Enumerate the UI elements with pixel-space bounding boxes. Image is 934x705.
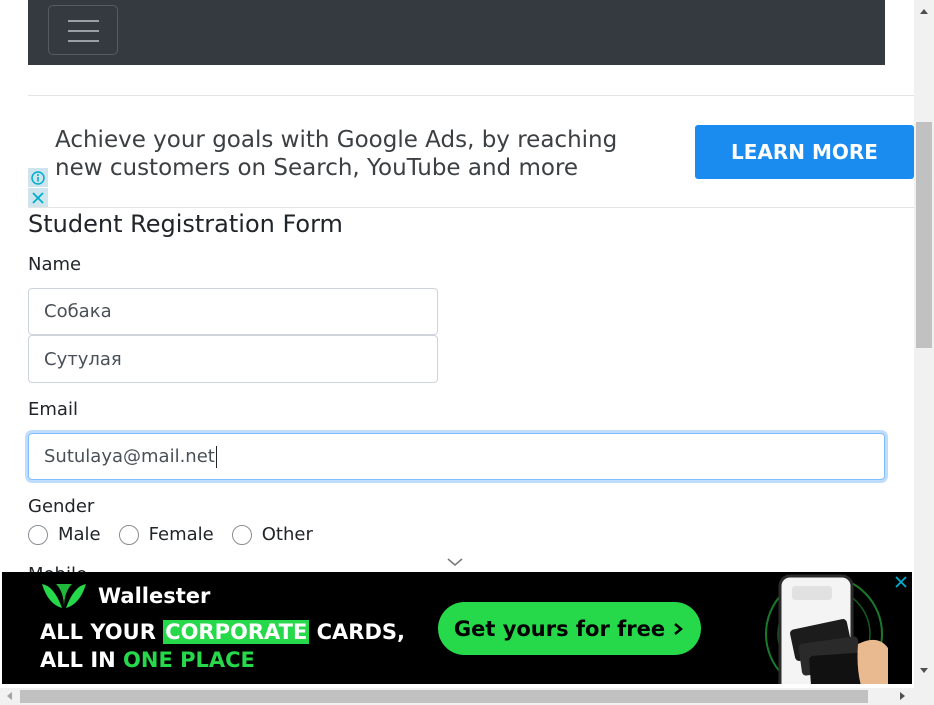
scroll-down-arrow-icon[interactable] — [918, 666, 930, 676]
gender-option-label: Male — [58, 524, 101, 545]
hamburger-line — [68, 20, 99, 22]
close-icon[interactable] — [892, 573, 910, 591]
line1-suffix: CARDS, — [309, 620, 405, 644]
ad-text: Achieve your goals with Google Ads, by r… — [55, 126, 675, 182]
mobile-label: Mobile — [28, 564, 87, 572]
line2-highlight: ONE PLACE — [123, 648, 255, 672]
gender-male[interactable]: Male — [28, 524, 101, 545]
gender-option-label: Other — [261, 524, 313, 545]
gender-option-label: Female — [148, 524, 214, 545]
text-caret — [215, 445, 217, 468]
radio-button[interactable] — [28, 524, 48, 545]
wallester-line2: ALL IN ONE PLACE — [40, 648, 255, 672]
wallester-leaf-icon — [42, 584, 86, 608]
wallester-brand: Wallester — [98, 584, 211, 608]
gender-other[interactable]: Other — [231, 524, 313, 545]
first-name-value: Собака — [44, 301, 112, 322]
hamburger-line — [68, 40, 99, 42]
first-name-input[interactable]: Собака — [28, 288, 438, 335]
email-value: Sutulaya@mail.net — [44, 446, 215, 467]
wallester-logo: Wallester — [40, 582, 210, 610]
chevron-right-icon — [674, 622, 684, 635]
get-yours-label: Get yours for free — [453, 616, 666, 641]
get-yours-button[interactable]: Get yours for free — [438, 602, 701, 655]
scroll-up-arrow-icon[interactable] — [918, 6, 930, 16]
info-icon[interactable] — [28, 168, 48, 187]
name-label: Name — [28, 254, 82, 275]
line1-prefix: ALL YOUR — [40, 620, 164, 644]
gender-radio-group: Male Female Other — [28, 524, 331, 545]
email-input[interactable]: Sutulaya@mail.net — [28, 433, 885, 480]
wallester-ad-banner[interactable]: Wallester ALL YOUR CORPORATE CARDS, ALL … — [2, 572, 912, 684]
gender-label: Gender — [28, 496, 95, 517]
ad-text-line: new customers on Search, YouTube and mor… — [55, 155, 579, 181]
close-icon[interactable] — [28, 188, 48, 207]
hamburger-line — [68, 30, 99, 32]
chevron-down-icon[interactable] — [446, 556, 464, 568]
last-name-value: Сутулая — [44, 348, 122, 370]
radio-button[interactable] — [118, 524, 139, 545]
last-name-input[interactable]: Сутулая — [28, 335, 438, 383]
google-ad-banner[interactable]: Achieve your goals with Google Ads, by r… — [28, 95, 914, 208]
scroll-right-arrow-icon[interactable] — [898, 690, 908, 702]
scroll-left-arrow-icon[interactable] — [4, 690, 14, 702]
wallester-line1: ALL YOUR CORPORATE CARDS, — [40, 620, 405, 644]
horizontal-scrollbar-thumb[interactable] — [20, 690, 868, 703]
vertical-scrollbar-thumb[interactable] — [916, 122, 932, 348]
email-label: Email — [28, 399, 78, 420]
line2-prefix: ALL IN — [40, 648, 124, 672]
radio-button[interactable] — [231, 524, 252, 545]
ad-text-line: Achieve your goals with Google Ads, by r… — [55, 127, 618, 153]
line1-highlight: CORPORATE — [163, 620, 310, 644]
form-title: Student Registration Form — [28, 210, 343, 238]
top-navbar — [28, 0, 885, 65]
hamburger-icon[interactable] — [48, 5, 118, 55]
gender-female[interactable]: Female — [118, 524, 214, 545]
learn-more-button[interactable]: LEARN MORE — [695, 125, 914, 179]
phone-cards-image — [765, 574, 888, 684]
